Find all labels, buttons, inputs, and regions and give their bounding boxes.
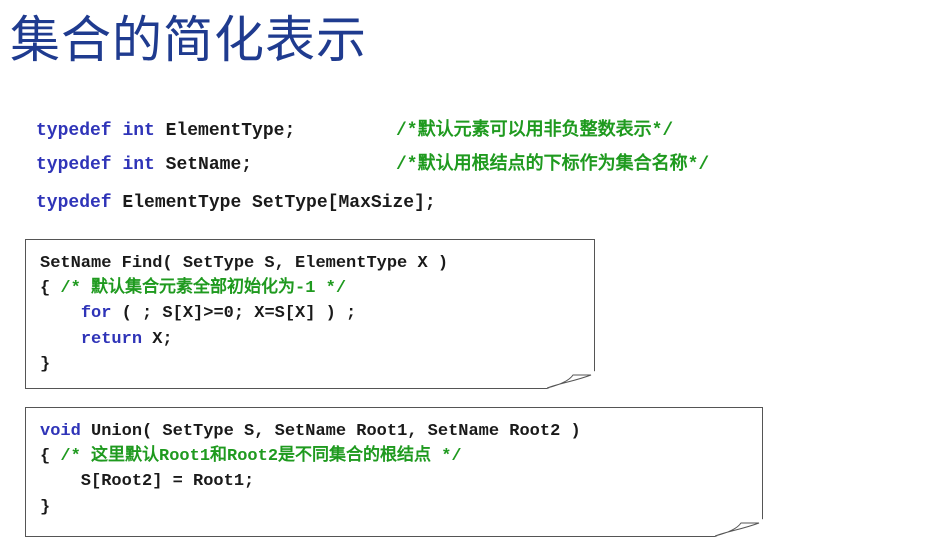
union-close-brace: } (40, 498, 51, 517)
union-comment: /* 这里默认Root1和Root2是不同集合的根结点 */ (60, 447, 462, 466)
union-signature-line: void Union( SetType S, SetName Root1, Se… (40, 420, 581, 444)
page-curl-icon (547, 371, 595, 389)
int-keyword: int (122, 121, 155, 141)
page-curl-icon (715, 519, 763, 537)
find-close-brace: } (40, 355, 51, 374)
typedef-line-element-type: typedef int ElementType; /*默认元素可以用非负整数表示*… (36, 118, 673, 144)
union-signature: Union( SetType S, SetName Root1, SetName… (80, 422, 581, 441)
page-title: 集合的简化表示 (10, 11, 367, 69)
open-brace: { (40, 279, 61, 298)
find-signature-line: SetName Find( SetType S, ElementType X ) (40, 254, 449, 273)
void-keyword: void (40, 422, 81, 441)
find-comment-line: { /* 默认集合元素全部初始化为-1 */ (40, 277, 346, 301)
open-brace: { (40, 447, 61, 466)
for-body: ( ; S[X]>=0; X=S[X] ) ; (111, 304, 357, 323)
typedef-name: ElementType SetType[MaxSize]; (111, 193, 436, 213)
typedef-line-set-name: typedef int SetName; /*默认用根结点的下标作为集合名称*/ (36, 152, 709, 178)
typedef-line-set-type: typedef ElementType SetType[MaxSize]; (36, 190, 436, 216)
return-value: X; (142, 330, 173, 349)
typedef-name: ElementType; (154, 121, 296, 141)
union-code-panel: void Union( SetType S, SetName Root1, Se… (25, 407, 763, 537)
find-comment: /* 默认集合元素全部初始化为-1 */ (60, 279, 347, 298)
for-keyword: for (80, 304, 112, 323)
typedef-keyword: typedef (36, 193, 112, 213)
union-comment-line: { /* 这里默认Root1和Root2是不同集合的根结点 */ (40, 445, 462, 469)
union-assign-line: S[Root2] = Root1; (40, 472, 255, 491)
find-return-line: return X; (40, 328, 173, 352)
find-code-panel: SetName Find( SetType S, ElementType X )… (25, 239, 595, 389)
typedef-space (112, 121, 123, 141)
typedef-comment: /*默认元素可以用非负整数表示*/ (396, 121, 674, 141)
typedef-space (112, 155, 123, 175)
int-keyword: int (122, 155, 155, 175)
find-for-line: for ( ; S[X]>=0; X=S[X] ) ; (40, 302, 356, 326)
typedef-comment: /*默认用根结点的下标作为集合名称*/ (396, 155, 710, 175)
return-keyword: return (80, 330, 143, 349)
typedef-keyword: typedef (36, 155, 112, 175)
typedef-keyword: typedef (36, 121, 112, 141)
typedef-name: SetName; (154, 155, 253, 175)
